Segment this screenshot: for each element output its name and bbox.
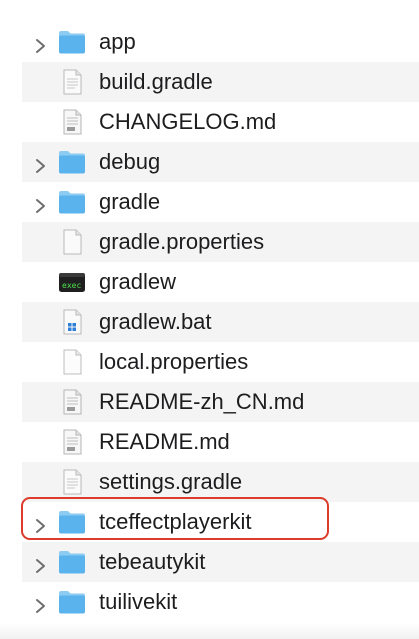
folder-icon bbox=[58, 149, 86, 175]
gradle-file-icon bbox=[58, 69, 86, 95]
file-row-tebeautykit[interactable]: tebeautykit bbox=[0, 542, 419, 582]
file-name: gradlew.bat bbox=[99, 309, 212, 334]
blank-document-icon bbox=[58, 349, 86, 375]
gradle-file-icon bbox=[58, 469, 86, 495]
file-name: build.gradle bbox=[99, 69, 213, 94]
file-name: local.properties bbox=[99, 349, 249, 374]
file-name: tuilivekit bbox=[99, 589, 178, 614]
markdown-file-icon bbox=[58, 389, 86, 415]
disclosure-chevron-icon[interactable] bbox=[34, 594, 47, 613]
file-row-readme-md[interactable]: README.md bbox=[0, 422, 419, 462]
file-row-settings-gradle[interactable]: settings.gradle bbox=[0, 462, 419, 502]
finder-file-list-window: app build.gradle CHANGELOG.md debug grad… bbox=[0, 0, 419, 639]
file-name: gradlew bbox=[99, 269, 177, 294]
disclosure-chevron-icon[interactable] bbox=[34, 194, 47, 213]
disclosure-chevron-icon[interactable] bbox=[34, 154, 47, 173]
file-row-gradle[interactable]: gradle bbox=[0, 182, 419, 222]
folder-icon bbox=[58, 29, 86, 55]
batch-file-icon bbox=[58, 309, 86, 335]
file-name: gradle bbox=[99, 189, 161, 214]
file-name: gradle.properties bbox=[99, 229, 265, 254]
file-row-gradle-properties[interactable]: gradle.properties bbox=[0, 222, 419, 262]
file-row-changelog-md[interactable]: CHANGELOG.md bbox=[0, 102, 419, 142]
highlight-box-tceffectplayerkit bbox=[21, 497, 329, 540]
svg-text:exec: exec bbox=[62, 281, 81, 290]
document-icon bbox=[58, 229, 86, 255]
file-row-build-gradle[interactable]: build.gradle bbox=[0, 62, 419, 102]
folder-icon bbox=[58, 589, 86, 615]
file-name: tebeautykit bbox=[99, 549, 206, 574]
file-name: debug bbox=[99, 149, 161, 174]
folder-icon bbox=[58, 189, 86, 215]
markdown-file-icon bbox=[58, 109, 86, 135]
file-row-tuilivekit[interactable]: tuilivekit bbox=[0, 582, 419, 622]
folder-icon bbox=[58, 549, 86, 575]
file-row-app[interactable]: app bbox=[0, 22, 419, 62]
file-row-readme-zh-cn-md[interactable]: README-zh_CN.md bbox=[0, 382, 419, 422]
file-row-local-properties[interactable]: local.properties bbox=[0, 342, 419, 382]
file-name: README-zh_CN.md bbox=[99, 389, 305, 414]
file-name: app bbox=[99, 29, 136, 54]
file-row-gradlew[interactable]: exec gradlew bbox=[0, 262, 419, 302]
file-row-gradlew-bat[interactable]: gradlew.bat bbox=[0, 302, 419, 342]
file-name: README.md bbox=[99, 429, 230, 454]
disclosure-chevron-icon[interactable] bbox=[34, 34, 47, 53]
disclosure-chevron-icon[interactable] bbox=[34, 554, 47, 573]
file-row-debug[interactable]: debug bbox=[0, 142, 419, 182]
file-name: CHANGELOG.md bbox=[99, 109, 277, 134]
bottom-fade bbox=[0, 623, 419, 639]
markdown-file-icon bbox=[58, 429, 86, 455]
executable-icon: exec bbox=[58, 269, 86, 295]
file-name: settings.gradle bbox=[99, 469, 243, 494]
